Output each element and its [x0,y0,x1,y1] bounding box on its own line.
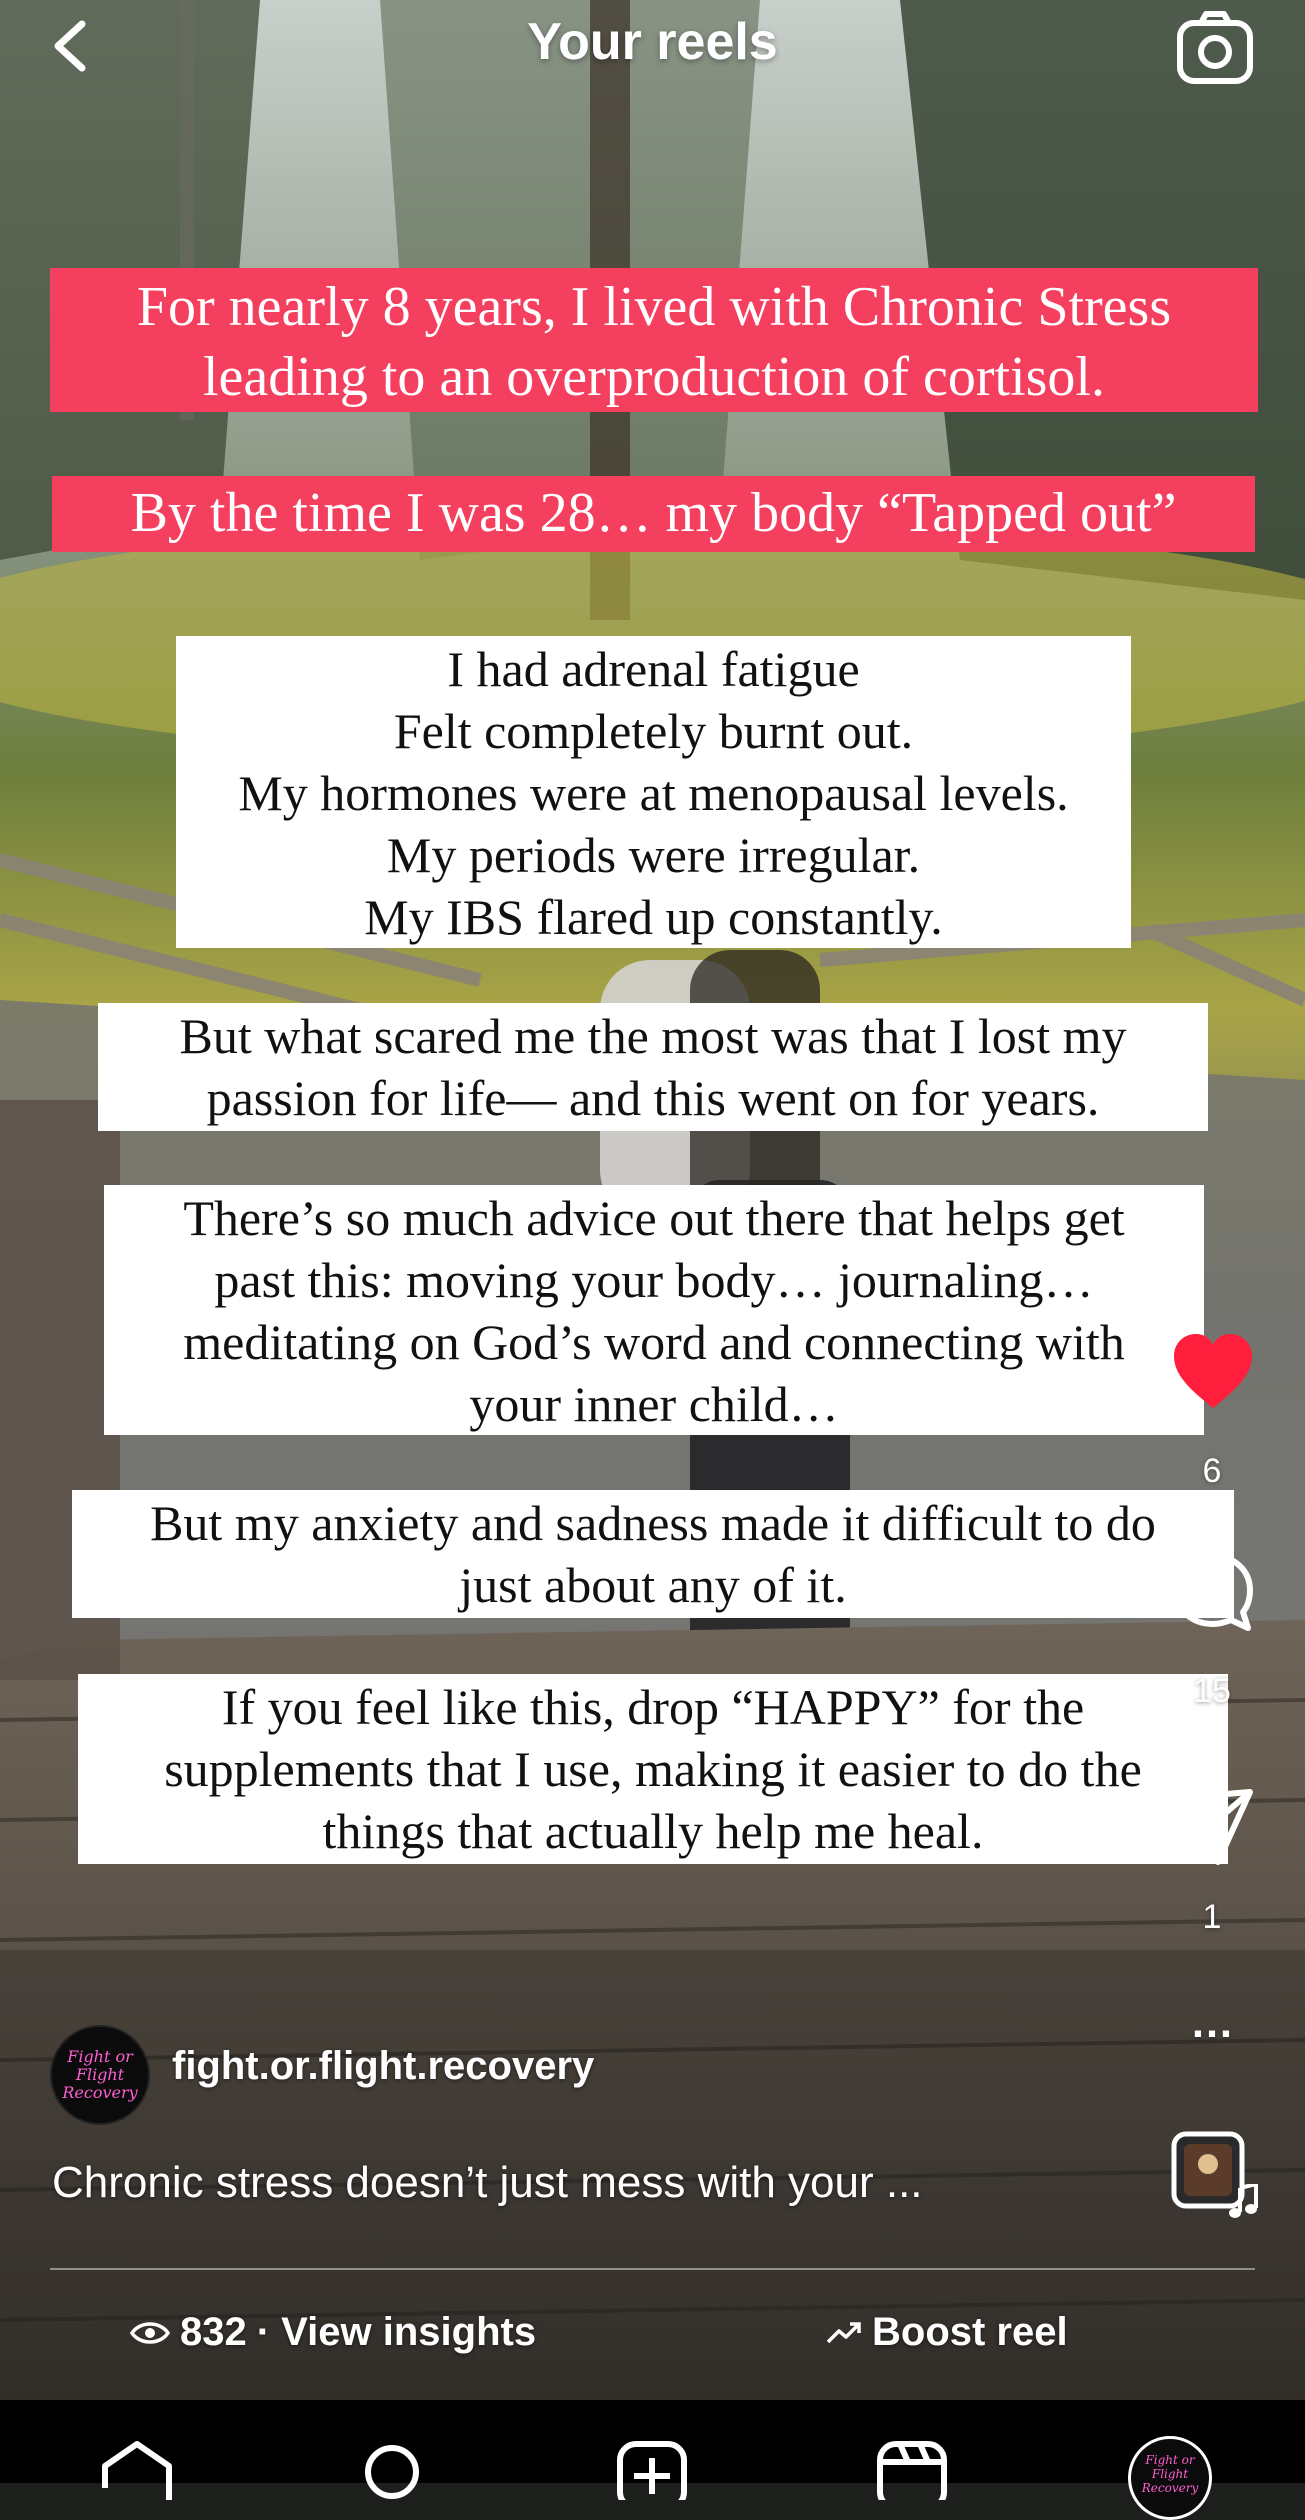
comment-icon [1173,1553,1253,1631]
caption-line: leading to an overproduction of cortisol… [203,346,1105,408]
caption-line: passion for life— and this went on for y… [206,1070,1100,1126]
more-options-button[interactable]: … [1172,1998,1252,2048]
caption-line: supplements that I use, making it easier… [164,1741,1142,1797]
create-icon[interactable] [612,2440,692,2500]
audio-button[interactable] [1170,2130,1260,2220]
heart-icon [1174,1334,1252,1408]
caption-line: I had adrenal fatigue [447,641,860,697]
eye-icon [130,2321,170,2344]
caption-line: There’s so much advice out there that he… [183,1190,1125,1246]
caption-banner-red-1: For nearly 8 years, I lived with Chronic… [50,268,1258,412]
caption-banner-red-2: By the time I was 28… my body “Tapped ou… [52,476,1255,552]
caption-line: meditating on God’s word and connecting … [183,1314,1125,1370]
camera-icon [1177,11,1253,84]
trend-up-icon [826,2321,861,2343]
comment-count: 15 [1193,1672,1231,1710]
caption-line: Felt completely burnt out. [393,703,914,759]
caption-box-white-3: There’s so much advice out there that he… [104,1185,1204,1435]
music-note-icon [1229,2184,1258,2218]
page-title: Your reels [527,13,778,71]
comment-button[interactable] [1168,1548,1258,1638]
view-count: 832 [180,2310,247,2354]
avatar[interactable]: Fight or Flight Recovery [50,2025,150,2125]
caption-box-white-1: I had adrenal fatigue Felt completely bu… [176,636,1131,948]
insights-label: · View insights [256,2310,537,2354]
like-count: 6 [1202,1452,1222,1490]
profile-tab-text: Fight or Flight Recovery [1141,2453,1199,2495]
caption-box-white-2: But what scared me the most was that I l… [98,1003,1208,1131]
caption-line: For nearly 8 years, I lived with Chronic… [136,276,1172,338]
caption-line: By the time I was 28… my body “Tapped ou… [130,482,1177,544]
caption-line: just about any of it. [459,1557,847,1613]
caption-line: But my anxiety and sadness made it diffi… [150,1495,1156,1551]
caption-line: past this: moving your body… journaling… [214,1252,1094,1308]
caption-line: But what scared me the most was that I l… [179,1008,1127,1064]
boost-reel-button[interactable]: Boost reel [826,2310,1068,2355]
view-insights-button[interactable]: 832 · View insights [130,2310,536,2355]
username-link[interactable]: fight.or.flight.recovery [172,2044,594,2089]
caption-line: My periods were irregular. [386,827,921,883]
caption-line: your inner child… [469,1376,839,1432]
post-caption[interactable]: Chronic stress doesn’t just mess with yo… [52,2158,923,2208]
reels-icon[interactable] [872,2440,952,2500]
caption-line: things that actually help me heal. [322,1803,984,1859]
boost-label: Boost reel [872,2310,1068,2354]
camera-button[interactable] [1175,8,1255,88]
home-icon[interactable] [97,2440,177,2500]
bottom-tab-bar: Fight or Flight Recovery [0,2400,1305,2520]
divider [50,2268,1255,2270]
share-button[interactable] [1168,1780,1258,1870]
caption-box-white-5: If you feel like this, drop “HAPPY” for … [78,1674,1228,1864]
like-button[interactable] [1168,1328,1258,1418]
share-icon [1175,1789,1253,1865]
caption-box-white-4: But my anxiety and sadness made it diffi… [72,1490,1234,1618]
avatar-text: Fight or Flight Recovery [62,2047,138,2102]
caption-line: My IBS flared up constantly. [364,889,943,945]
share-count: 1 [1202,1898,1222,1936]
caption-line: If you feel like this, drop “HAPPY” for … [221,1679,1085,1735]
profile-tab-avatar[interactable]: Fight or Flight Recovery [1128,2436,1212,2520]
search-icon[interactable] [352,2440,432,2500]
caption-line: My hormones were at menopausal levels. [238,765,1069,821]
